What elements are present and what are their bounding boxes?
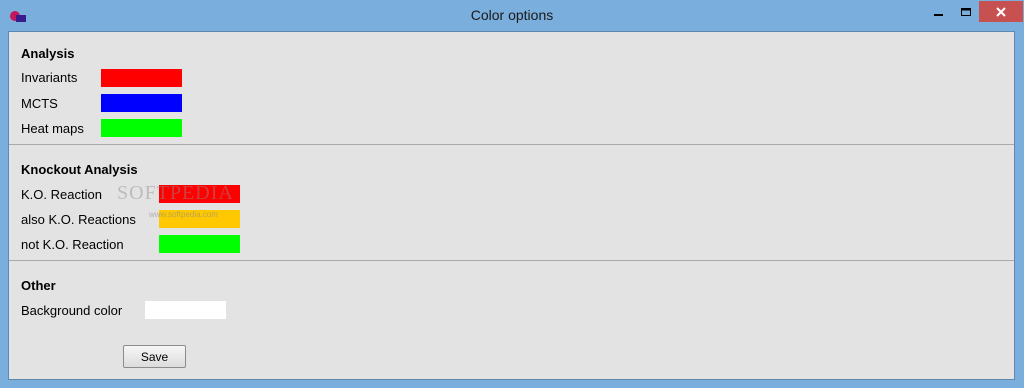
analysis-section-title: Analysis [21, 46, 75, 61]
mcts-color-swatch[interactable] [101, 94, 182, 112]
window-title: Color options [470, 7, 554, 23]
heat-maps-label: Heat maps [21, 121, 84, 136]
ko-reaction-label: K.O. Reaction [21, 187, 102, 202]
watermark: SOFTPEDIA [117, 182, 234, 204]
also-ko-reactions-label: also K.O. Reactions [21, 212, 136, 227]
other-section-title: Other [21, 278, 56, 293]
maximize-icon [960, 7, 971, 16]
not-ko-reaction-label: not K.O. Reaction [21, 237, 124, 252]
maximize-button[interactable] [952, 1, 979, 22]
mcts-label: MCTS [21, 96, 58, 111]
background-color-swatch[interactable] [145, 301, 226, 319]
options-panel: Analysis Invariants MCTS Heat maps Knock… [8, 31, 1015, 380]
invariants-label: Invariants [21, 70, 78, 85]
close-icon [996, 6, 1006, 17]
background-color-label: Background color [21, 303, 123, 318]
invariants-color-swatch[interactable] [101, 69, 182, 87]
title-bar: Color options [0, 0, 1024, 31]
knockout-section-title: Knockout Analysis [21, 162, 138, 177]
section-divider [9, 260, 1014, 261]
heat-maps-color-swatch[interactable] [101, 119, 182, 137]
not-ko-reaction-color-swatch[interactable] [159, 235, 240, 253]
save-button[interactable]: Save [123, 345, 186, 368]
minimize-button[interactable] [925, 1, 952, 22]
section-divider [9, 144, 1014, 145]
watermark-url: www.softpedia.com [149, 210, 218, 219]
close-button[interactable] [979, 1, 1023, 22]
minimize-icon [933, 13, 943, 16]
